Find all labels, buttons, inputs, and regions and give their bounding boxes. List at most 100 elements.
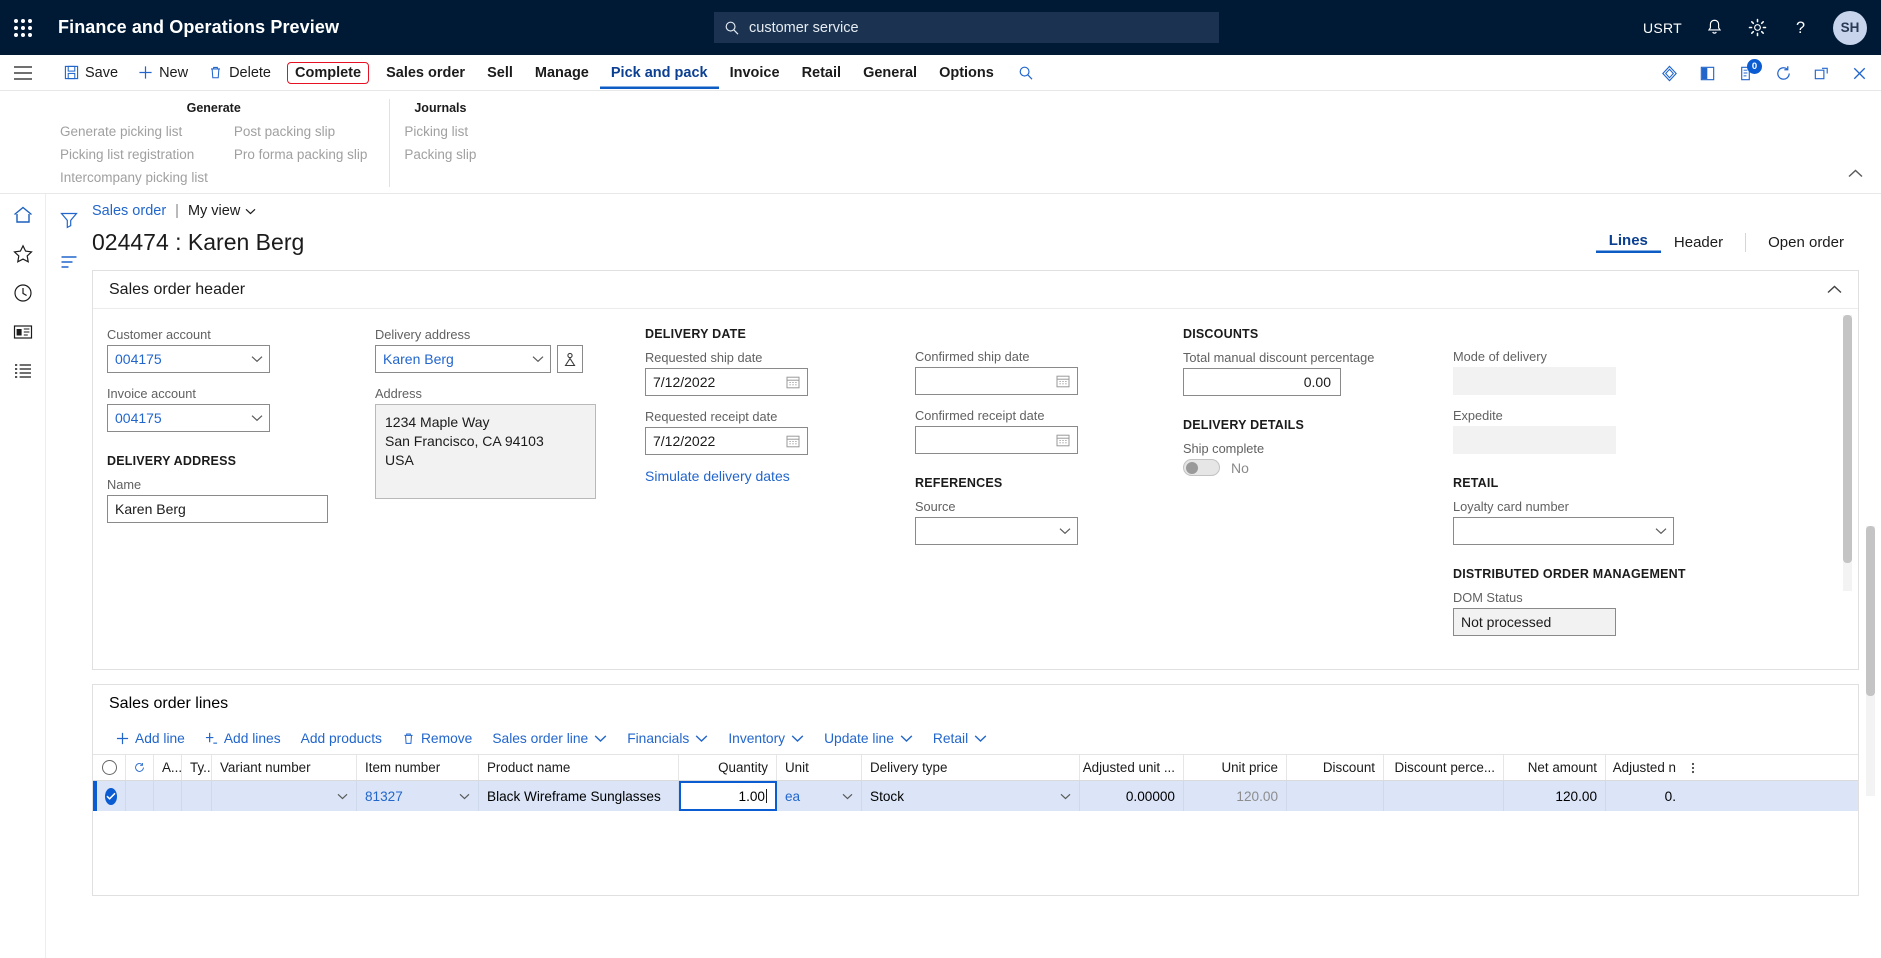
app-launcher-icon[interactable] xyxy=(0,18,46,37)
row-a-cell[interactable] xyxy=(154,781,182,811)
confirmed-receipt-date-input[interactable] xyxy=(915,426,1078,454)
new-button[interactable]: New xyxy=(128,58,198,88)
simulate-delivery-dates-link[interactable]: Simulate delivery dates xyxy=(645,468,790,484)
gear-icon[interactable] xyxy=(1747,17,1768,38)
tab-lines[interactable]: Lines xyxy=(1596,232,1661,253)
cell-adjusted-net[interactable]: 0. xyxy=(1606,781,1684,811)
notification-bell-icon[interactable] xyxy=(1704,17,1725,38)
remove-button[interactable]: Remove xyxy=(393,731,481,746)
complete-button[interactable]: Complete xyxy=(287,61,370,84)
global-search-input[interactable]: customer service xyxy=(714,12,1219,43)
cell-product-name[interactable]: Black Wireframe Sunglasses xyxy=(479,781,679,811)
notes-icon[interactable]: 0 xyxy=(1736,58,1762,83)
filter-funnel-icon[interactable] xyxy=(59,210,79,230)
col-header-net-amount[interactable]: Net amount xyxy=(1504,755,1606,780)
cell-net-amount[interactable]: 120.00 xyxy=(1504,781,1606,811)
tab-options[interactable]: Options xyxy=(928,57,1005,89)
tab-sales-order[interactable]: Sales order xyxy=(375,57,476,89)
breadcrumb-root-link[interactable]: Sales order xyxy=(92,203,166,219)
cell-discount-percent[interactable] xyxy=(1384,781,1504,811)
recent-clock-icon[interactable] xyxy=(12,282,34,304)
sales-order-header-card-head[interactable]: Sales order header xyxy=(93,271,1858,309)
invoice-account-input[interactable]: 004175 xyxy=(107,404,270,432)
requested-receipt-date-input[interactable]: 7/12/2022 xyxy=(645,427,808,455)
header-card-scrollbar[interactable] xyxy=(1843,315,1852,591)
cell-discount[interactable] xyxy=(1287,781,1384,811)
confirmed-ship-date-input[interactable] xyxy=(915,367,1078,395)
modules-list-icon[interactable] xyxy=(12,360,34,382)
customer-account-input[interactable]: 004175 xyxy=(107,345,270,373)
cell-quantity[interactable]: 1.00 xyxy=(679,781,777,811)
col-header-a[interactable]: A... xyxy=(154,755,182,780)
col-header-quantity[interactable]: Quantity xyxy=(679,755,777,780)
ribbon-intercompany-picking-list[interactable]: Intercompany picking list xyxy=(60,170,208,185)
favorites-star-icon[interactable] xyxy=(12,243,34,265)
workspaces-icon[interactable] xyxy=(12,321,34,343)
tab-header[interactable]: Header xyxy=(1661,234,1736,251)
add-products-button[interactable]: Add products xyxy=(292,731,391,746)
attachments-icon[interactable] xyxy=(1660,64,1679,83)
update-line-menu[interactable]: Update line xyxy=(815,731,922,746)
sales-order-lines-head[interactable]: Sales order lines xyxy=(93,685,1858,723)
chevron-up-icon[interactable] xyxy=(1848,165,1863,183)
refresh-icon[interactable] xyxy=(1774,64,1793,83)
add-lines-button[interactable]: Add lines xyxy=(196,731,290,746)
home-icon[interactable] xyxy=(12,204,34,226)
retail-menu[interactable]: Retail xyxy=(924,731,996,746)
tab-pick-and-pack[interactable]: Pick and pack xyxy=(600,57,719,89)
chevron-up-icon[interactable] xyxy=(1827,281,1842,299)
source-input[interactable] xyxy=(915,517,1078,545)
popout-icon[interactable] xyxy=(1812,64,1831,83)
calendar-icon[interactable] xyxy=(1056,433,1070,447)
tab-invoice[interactable]: Invoice xyxy=(719,57,791,89)
inventory-menu[interactable]: Inventory xyxy=(719,731,813,746)
tab-manage[interactable]: Manage xyxy=(524,57,600,89)
cell-variant-number[interactable] xyxy=(212,781,357,811)
col-header-discount-percent[interactable]: Discount perce... xyxy=(1384,755,1504,780)
col-header-discount[interactable]: Discount xyxy=(1287,755,1384,780)
cell-adjusted-unit[interactable]: 0.00000 xyxy=(1080,781,1184,811)
ribbon-pro-forma-packing-slip[interactable]: Pro forma packing slip xyxy=(234,147,368,162)
loyalty-card-number-input[interactable] xyxy=(1453,517,1674,545)
col-header-item-number[interactable]: Item number xyxy=(357,755,479,780)
row-type-cell[interactable] xyxy=(182,781,212,811)
calendar-icon[interactable] xyxy=(1056,374,1070,388)
close-icon[interactable] xyxy=(1850,64,1869,83)
cell-unit[interactable]: ea xyxy=(777,781,862,811)
ship-complete-toggle[interactable] xyxy=(1183,459,1220,476)
ribbon-journal-picking-list[interactable]: Picking list xyxy=(404,124,476,139)
ribbon-post-packing-slip[interactable]: Post packing slip xyxy=(234,124,368,139)
calendar-icon[interactable] xyxy=(786,375,800,389)
sales-order-line-menu[interactable]: Sales order line xyxy=(483,731,616,746)
col-header-unit[interactable]: Unit xyxy=(777,755,862,780)
col-header-adjusted-net[interactable]: Adjusted n xyxy=(1606,755,1684,780)
ribbon-picking-list-registration[interactable]: Picking list registration xyxy=(60,147,208,162)
cell-delivery-type[interactable]: Stock xyxy=(862,781,1080,811)
requested-ship-date-input[interactable]: 7/12/2022 xyxy=(645,368,808,396)
calendar-icon[interactable] xyxy=(786,434,800,448)
cell-unit-price[interactable]: 120.00 xyxy=(1184,781,1287,811)
col-header-unit-price[interactable]: Unit price xyxy=(1184,755,1287,780)
panel-icon[interactable] xyxy=(1698,64,1717,83)
page-scrollbar[interactable] xyxy=(1866,526,1875,796)
lines-filter-icon[interactable] xyxy=(59,252,79,272)
save-button[interactable]: Save xyxy=(54,58,128,88)
tab-sell[interactable]: Sell xyxy=(476,57,524,89)
col-header-variant-number[interactable]: Variant number xyxy=(212,755,357,780)
row-select-checkbox[interactable] xyxy=(97,781,126,811)
action-pane-search-icon[interactable] xyxy=(1015,65,1037,81)
cell-item-number[interactable]: 81327 xyxy=(357,781,479,811)
column-options-icon[interactable] xyxy=(1684,755,1702,780)
col-header-type[interactable]: Ty... xyxy=(182,755,212,780)
refresh-column-icon[interactable] xyxy=(126,755,154,780)
address-map-icon[interactable] xyxy=(557,345,583,373)
col-header-product-name[interactable]: Product name xyxy=(479,755,679,780)
table-row[interactable]: 81327 Black Wireframe Sunglasses 1.00 ea xyxy=(93,781,1858,811)
select-all-checkbox[interactable] xyxy=(93,755,126,780)
delivery-name-input[interactable]: Karen Berg xyxy=(107,495,328,523)
financials-menu[interactable]: Financials xyxy=(618,731,717,746)
tab-retail[interactable]: Retail xyxy=(791,57,853,89)
tab-general[interactable]: General xyxy=(852,57,928,89)
total-manual-discount-input[interactable]: 0.00 xyxy=(1183,368,1341,396)
delete-button[interactable]: Delete xyxy=(198,58,281,88)
